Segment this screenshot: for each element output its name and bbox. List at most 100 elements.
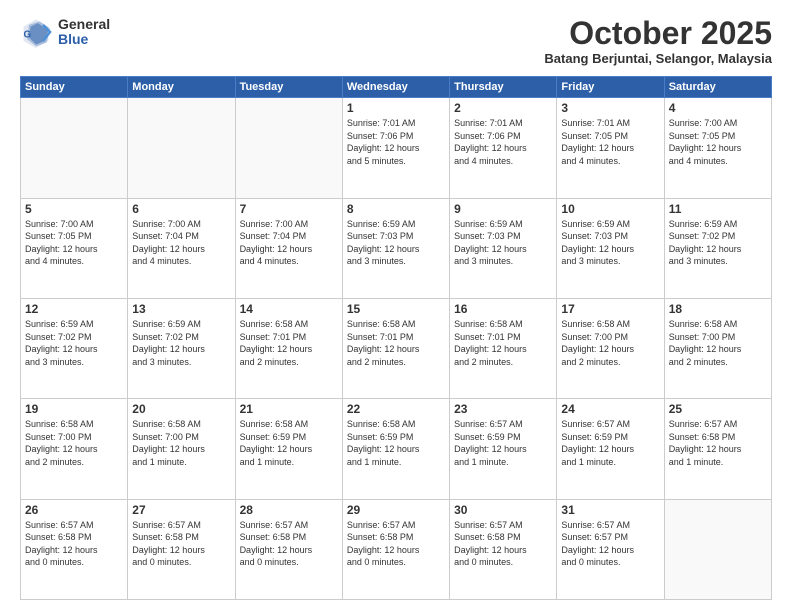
calendar-cell: 24 Sunrise: 6:57 AMSunset: 6:59 PMDayligh…	[557, 399, 664, 499]
day-number: 4	[669, 101, 767, 115]
day-number: 16	[454, 302, 552, 316]
calendar-cell: 13 Sunrise: 6:59 AMSunset: 7:02 PMDayligh…	[128, 298, 235, 398]
col-monday: Monday	[128, 77, 235, 98]
day-number: 13	[132, 302, 230, 316]
day-number: 21	[240, 402, 338, 416]
location: Batang Berjuntai, Selangor, Malaysia	[544, 51, 772, 66]
calendar-cell: 25 Sunrise: 6:57 AMSunset: 6:58 PMDayligh…	[664, 399, 771, 499]
day-info: Sunrise: 7:00 AMSunset: 7:05 PMDaylight:…	[669, 117, 767, 167]
calendar-cell: 16 Sunrise: 6:58 AMSunset: 7:01 PMDayligh…	[450, 298, 557, 398]
header: G General Blue October 2025 Batang Berju…	[20, 16, 772, 66]
calendar-cell: 7 Sunrise: 7:00 AMSunset: 7:04 PMDaylight…	[235, 198, 342, 298]
calendar-header-row: Sunday Monday Tuesday Wednesday Thursday…	[21, 77, 772, 98]
day-info: Sunrise: 6:58 AMSunset: 7:01 PMDaylight:…	[240, 318, 338, 368]
calendar-cell	[128, 98, 235, 198]
col-saturday: Saturday	[664, 77, 771, 98]
day-info: Sunrise: 6:59 AMSunset: 7:03 PMDaylight:…	[454, 218, 552, 268]
day-info: Sunrise: 6:58 AMSunset: 7:00 PMDaylight:…	[132, 418, 230, 468]
day-number: 18	[669, 302, 767, 316]
calendar-cell: 21 Sunrise: 6:58 AMSunset: 6:59 PMDayligh…	[235, 399, 342, 499]
day-number: 30	[454, 503, 552, 517]
calendar-cell: 3 Sunrise: 7:01 AMSunset: 7:05 PMDaylight…	[557, 98, 664, 198]
day-number: 24	[561, 402, 659, 416]
calendar-week-3: 19Sunrise: 6:58 AMSunset: 7:00 PMDayligh…	[21, 399, 772, 499]
day-number: 15	[347, 302, 445, 316]
calendar-cell: 14Sunrise: 6:58 AMSunset: 7:01 PMDayligh…	[235, 298, 342, 398]
day-info: Sunrise: 6:58 AMSunset: 7:00 PMDaylight:…	[561, 318, 659, 368]
calendar-week-0: 1 Sunrise: 7:01 AMSunset: 7:06 PMDaylight…	[21, 98, 772, 198]
day-number: 7	[240, 202, 338, 216]
day-number: 26	[25, 503, 123, 517]
calendar-cell: 29Sunrise: 6:57 AMSunset: 6:58 PMDayligh…	[342, 499, 449, 599]
calendar-cell: 8Sunrise: 6:59 AMSunset: 7:03 PMDaylight…	[342, 198, 449, 298]
col-thursday: Thursday	[450, 77, 557, 98]
day-number: 31	[561, 503, 659, 517]
day-info: Sunrise: 6:57 AMSunset: 6:58 PMDaylight:…	[454, 519, 552, 569]
calendar-cell: 5 Sunrise: 7:00 AMSunset: 7:05 PMDaylight…	[21, 198, 128, 298]
calendar-table: Sunday Monday Tuesday Wednesday Thursday…	[20, 76, 772, 600]
calendar-cell: 11Sunrise: 6:59 AMSunset: 7:02 PMDayligh…	[664, 198, 771, 298]
calendar-cell: 19Sunrise: 6:58 AMSunset: 7:00 PMDayligh…	[21, 399, 128, 499]
calendar-cell: 27 Sunrise: 6:57 AMSunset: 6:58 PMDayligh…	[128, 499, 235, 599]
logo-blue-text: Blue	[58, 32, 110, 47]
calendar-cell: 2Sunrise: 7:01 AMSunset: 7:06 PMDaylight…	[450, 98, 557, 198]
day-info: Sunrise: 7:00 AMSunset: 7:04 PMDaylight:…	[240, 218, 338, 268]
day-number: 22	[347, 402, 445, 416]
day-number: 1	[347, 101, 445, 115]
day-info: Sunrise: 7:00 AMSunset: 7:04 PMDaylight:…	[132, 218, 230, 268]
calendar-week-4: 26 Sunrise: 6:57 AMSunset: 6:58 PMDayligh…	[21, 499, 772, 599]
title-block: October 2025 Batang Berjuntai, Selangor,…	[544, 16, 772, 66]
day-number: 25	[669, 402, 767, 416]
day-number: 10	[561, 202, 659, 216]
day-info: Sunrise: 7:01 AMSunset: 7:05 PMDaylight:…	[561, 117, 659, 167]
day-number: 9	[454, 202, 552, 216]
day-info: Sunrise: 6:59 AMSunset: 7:02 PMDaylight:…	[669, 218, 767, 268]
calendar-cell: 9 Sunrise: 6:59 AMSunset: 7:03 PMDaylight…	[450, 198, 557, 298]
day-info: Sunrise: 6:58 AMSunset: 6:59 PMDaylight:…	[347, 418, 445, 468]
day-info: Sunrise: 6:58 AMSunset: 7:00 PMDaylight:…	[669, 318, 767, 368]
calendar-cell: 15 Sunrise: 6:58 AMSunset: 7:01 PMDayligh…	[342, 298, 449, 398]
day-info: Sunrise: 6:57 AMSunset: 6:57 PMDaylight:…	[561, 519, 659, 569]
col-friday: Friday	[557, 77, 664, 98]
day-info: Sunrise: 6:59 AMSunset: 7:02 PMDaylight:…	[132, 318, 230, 368]
calendar-cell: 18 Sunrise: 6:58 AMSunset: 7:00 PMDayligh…	[664, 298, 771, 398]
calendar-cell: 12 Sunrise: 6:59 AMSunset: 7:02 PMDayligh…	[21, 298, 128, 398]
day-info: Sunrise: 6:57 AMSunset: 6:59 PMDaylight:…	[561, 418, 659, 468]
day-number: 3	[561, 101, 659, 115]
day-number: 28	[240, 503, 338, 517]
day-info: Sunrise: 6:57 AMSunset: 6:59 PMDaylight:…	[454, 418, 552, 468]
page: G General Blue October 2025 Batang Berju…	[0, 0, 792, 612]
day-number: 2	[454, 101, 552, 115]
day-info: Sunrise: 6:58 AMSunset: 7:00 PMDaylight:…	[25, 418, 123, 468]
calendar-cell: 23Sunrise: 6:57 AMSunset: 6:59 PMDayligh…	[450, 399, 557, 499]
logo-general-text: General	[58, 17, 110, 32]
day-info: Sunrise: 7:01 AMSunset: 7:06 PMDaylight:…	[347, 117, 445, 167]
col-wednesday: Wednesday	[342, 77, 449, 98]
day-number: 12	[25, 302, 123, 316]
day-info: Sunrise: 6:58 AMSunset: 6:59 PMDaylight:…	[240, 418, 338, 468]
svg-text:G: G	[24, 29, 32, 40]
day-number: 27	[132, 503, 230, 517]
day-info: Sunrise: 6:57 AMSunset: 6:58 PMDaylight:…	[25, 519, 123, 569]
calendar-cell	[21, 98, 128, 198]
calendar-cell	[235, 98, 342, 198]
calendar-cell: 1 Sunrise: 7:01 AMSunset: 7:06 PMDaylight…	[342, 98, 449, 198]
calendar-cell: 17 Sunrise: 6:58 AMSunset: 7:00 PMDayligh…	[557, 298, 664, 398]
calendar-week-2: 12 Sunrise: 6:59 AMSunset: 7:02 PMDayligh…	[21, 298, 772, 398]
day-info: Sunrise: 6:57 AMSunset: 6:58 PMDaylight:…	[347, 519, 445, 569]
day-info: Sunrise: 6:57 AMSunset: 6:58 PMDaylight:…	[132, 519, 230, 569]
logo-icon: G	[20, 16, 52, 48]
day-info: Sunrise: 6:59 AMSunset: 7:03 PMDaylight:…	[561, 218, 659, 268]
day-number: 6	[132, 202, 230, 216]
calendar-week-1: 5 Sunrise: 7:00 AMSunset: 7:05 PMDaylight…	[21, 198, 772, 298]
day-number: 5	[25, 202, 123, 216]
day-info: Sunrise: 6:59 AMSunset: 7:02 PMDaylight:…	[25, 318, 123, 368]
day-info: Sunrise: 6:58 AMSunset: 7:01 PMDaylight:…	[454, 318, 552, 368]
calendar-cell: 22 Sunrise: 6:58 AMSunset: 6:59 PMDayligh…	[342, 399, 449, 499]
col-sunday: Sunday	[21, 77, 128, 98]
day-info: Sunrise: 6:58 AMSunset: 7:01 PMDaylight:…	[347, 318, 445, 368]
day-number: 8	[347, 202, 445, 216]
day-info: Sunrise: 6:57 AMSunset: 6:58 PMDaylight:…	[669, 418, 767, 468]
day-number: 17	[561, 302, 659, 316]
day-info: Sunrise: 7:00 AMSunset: 7:05 PMDaylight:…	[25, 218, 123, 268]
